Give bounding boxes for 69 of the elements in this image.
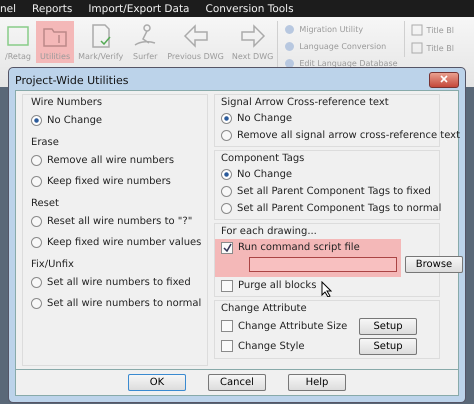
option-label: Keep fixed wire number values xyxy=(47,237,202,248)
checkbox[interactable] xyxy=(221,320,233,332)
dialog-button[interactable]: Help xyxy=(288,374,346,391)
option-label: Reset all wire numbers to "?" xyxy=(47,216,192,227)
radio-button[interactable] xyxy=(31,216,42,227)
radio-button[interactable] xyxy=(221,113,232,124)
dialog-button[interactable]: OK xyxy=(128,374,186,391)
option-label: Set all wire numbers to normal xyxy=(47,298,202,309)
radio-button[interactable] xyxy=(31,115,42,126)
menu-item[interactable]: nel xyxy=(0,2,16,14)
option-label: Set all Parent Component Tags to normal xyxy=(237,203,442,214)
option-label: Run command script file xyxy=(238,242,360,253)
ribbon-button[interactable]: /Retag xyxy=(0,21,36,63)
option-label: No Change xyxy=(237,113,292,124)
ribbon-link[interactable]: Title Bl xyxy=(426,44,454,52)
ribbon-button[interactable]: Surfer xyxy=(127,21,164,63)
left-arrow-icon xyxy=(182,23,210,49)
section-title: Fix/Unfix xyxy=(31,259,75,270)
right-arrow-icon xyxy=(238,23,267,49)
ribbon-link[interactable]: Migration Utility xyxy=(299,25,364,34)
ribbon-button[interactable]: Utilities xyxy=(36,21,74,63)
checkbox[interactable] xyxy=(221,280,233,292)
option-label: Change Style xyxy=(238,340,305,352)
close-icon xyxy=(440,74,448,82)
option-label: Purge all blocks xyxy=(238,280,316,291)
radio-button[interactable] xyxy=(31,277,42,288)
ribbon-link[interactable]: Edit Language Database xyxy=(299,59,398,68)
ribbon-button[interactable]: Next DWG xyxy=(228,21,278,63)
option-label: Set all Parent Component Tags to fixed xyxy=(237,186,431,197)
checkmark-icon xyxy=(222,243,232,252)
radio-button[interactable] xyxy=(221,203,232,214)
group-title: Change Attribute xyxy=(221,303,308,314)
option-label: Remove all wire numbers xyxy=(47,155,174,166)
menu-item[interactable]: Conversion Tools xyxy=(206,2,294,14)
cursor-icon xyxy=(321,281,332,297)
section-title: Wire Numbers xyxy=(31,97,104,108)
setup-button[interactable]: Setup xyxy=(359,318,417,334)
script-path-field[interactable] xyxy=(249,257,397,272)
radio-button[interactable] xyxy=(31,176,42,187)
radio-button[interactable] xyxy=(221,130,232,141)
checkbox[interactable] xyxy=(221,340,233,352)
option-label: Keep fixed wire numbers xyxy=(47,176,171,187)
ribbon-button[interactable]: Previous DWG xyxy=(163,21,228,63)
radio-button[interactable] xyxy=(221,186,232,197)
section-title: Reset xyxy=(31,198,60,209)
radio-button[interactable] xyxy=(31,155,42,166)
option-label: Remove all signal arrow cross-reference text xyxy=(237,130,460,141)
ribbon-link[interactable]: Title Bl xyxy=(426,26,454,34)
option-label: Set all wire numbers to fixed xyxy=(47,277,191,288)
setup-button[interactable]: Setup xyxy=(359,338,417,354)
ribbon-button[interactable]: Mark/Verify xyxy=(74,21,128,63)
radio-button[interactable] xyxy=(31,237,42,248)
browse-button[interactable]: Browse xyxy=(405,256,463,273)
radio-button[interactable] xyxy=(31,298,42,309)
menu-item[interactable]: Reports xyxy=(32,2,72,14)
checkbox[interactable] xyxy=(221,242,233,254)
radio-button[interactable] xyxy=(221,169,232,180)
menu-item[interactable]: Import/Export Data xyxy=(88,2,190,14)
group-title: Component Tags xyxy=(221,153,306,164)
option-label: No Change xyxy=(47,115,102,126)
group-title: For each drawing... xyxy=(221,226,318,237)
dialog-button[interactable]: Cancel xyxy=(208,374,266,391)
close-button[interactable] xyxy=(429,72,459,88)
option-label: No Change xyxy=(237,169,292,180)
dialog-title: Project-Wide Utilities xyxy=(15,74,128,86)
group-title: Signal Arrow Cross-reference text xyxy=(221,97,390,108)
ribbon-link[interactable]: Language Conversion xyxy=(299,42,386,51)
option-label: Change Attribute Size xyxy=(238,320,348,332)
section-title: Erase xyxy=(31,137,60,148)
